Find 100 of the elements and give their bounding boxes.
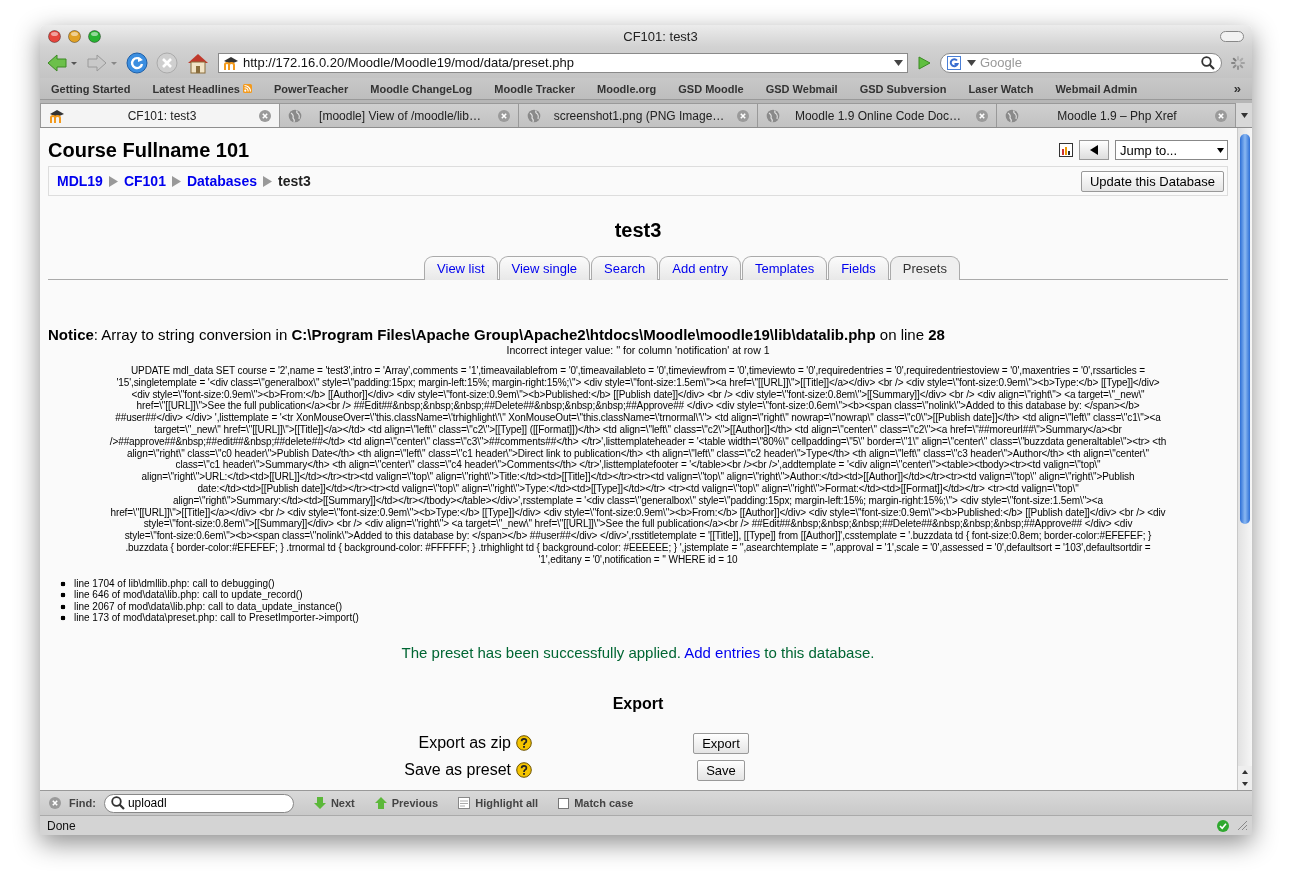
find-field[interactable]: uploadl (127, 796, 287, 810)
section-heading: Export (611, 694, 665, 713)
go-icon[interactable] (916, 54, 932, 71)
bookmark-link[interactable]: Moodle.org (597, 82, 657, 95)
help-icon[interactable] (516, 762, 532, 779)
spinner-icon (1230, 54, 1246, 71)
checkbox-label: Match case (574, 797, 634, 809)
module-tab[interactable]: Add entry (659, 256, 741, 280)
globe-icon (527, 108, 541, 123)
page-title: test3 (613, 219, 663, 242)
search-field[interactable]: Google (980, 55, 1197, 70)
search-icon[interactable] (1201, 55, 1215, 70)
find-box[interactable]: uploadl (103, 793, 294, 813)
left-arrow-icon (1090, 145, 1098, 155)
course-title: Course Fullname 101 (48, 138, 250, 162)
globe-icon (288, 108, 302, 123)
close-icon[interactable] (737, 109, 749, 122)
reload-icon[interactable] (126, 51, 148, 74)
form-button[interactable]: Save (697, 759, 745, 781)
update-database-button[interactable]: Update this Database (1080, 170, 1224, 192)
more-bookmarks-button[interactable]: » (1233, 81, 1241, 96)
bookmark-link[interactable]: Moodle ChangeLog (370, 82, 473, 95)
breadcrumb-current: test3 (278, 173, 311, 189)
address-bar[interactable]: http://172.16.0.20/Moodle/Moodle19/mod/data/preset.php (218, 52, 908, 73)
bookmark-link[interactable]: Moodle Tracker (494, 82, 575, 95)
stop-icon[interactable] (156, 51, 178, 74)
bookmark-link[interactable]: GSD Webmail (765, 82, 838, 95)
scroll-down-icon[interactable] (1238, 778, 1252, 790)
module-tab[interactable]: View list (424, 256, 498, 280)
breadcrumb-link[interactable]: CF101 (123, 173, 166, 189)
error-detail: Incorrect integer value: '' for column 'notification' at row 1 (505, 344, 771, 356)
previous-button[interactable] (1079, 140, 1109, 160)
search-icon (110, 796, 125, 810)
window-title: CF101: test3 (622, 28, 699, 44)
down-arrow-icon (313, 797, 326, 809)
window-control-icon[interactable] (88, 29, 101, 43)
report-icon[interactable] (1059, 143, 1073, 157)
address-field[interactable]: http://172.16.0.20/Moodle/Moodle19/mod/data/preset.php (243, 55, 890, 70)
scrollbar-thumb[interactable] (1240, 134, 1250, 524)
bookmark-link[interactable]: PowerTeacher (273, 82, 349, 95)
module-tab[interactable]: Fields (828, 256, 889, 280)
search-box[interactable]: Google (940, 52, 1222, 73)
highlight-icon (458, 797, 471, 809)
next-button[interactable]: Next (313, 797, 355, 809)
toolbar-toggle-icon[interactable] (1220, 30, 1244, 42)
bookmark-link[interactable]: Webmail Admin (1055, 82, 1138, 95)
highlight-all-button[interactable]: Highlight all (458, 797, 539, 809)
close-icon[interactable] (498, 109, 510, 122)
bookmark-link[interactable]: GSD Subversion (859, 82, 947, 95)
search-engine-icon[interactable] (947, 55, 963, 70)
success-message: The preset has been successfully applied. Add entries to this database. (400, 643, 876, 661)
form-button[interactable]: Export (693, 732, 749, 754)
status-text: Done (47, 818, 77, 833)
browser-tab[interactable]: [moodle] View of /moodle/lib… (279, 103, 519, 127)
close-icon[interactable] (976, 109, 988, 122)
feed-icon (242, 84, 252, 93)
browser-tab[interactable]: screenshot1.png (PNG Image… (518, 103, 758, 127)
globe-icon (1005, 108, 1019, 123)
sql-query: UPDATE mdl_data SET course = '2',name = 'test3',intro = 'Array',comments = '1',timeavailablefrom = '0',timeavailableto = '0',timeviewfrom = '0',timeviewto = '0',requiredentries = '0',requiredentriestoview = '0',maxentries = '0',rssarticles = '15',singletemplate = '<div class=\"generalbox\" style=\"padding:15px; margin-left:15%; margin-right:15%;\"> <div style=\"font-size:1.5em\"><a href=\"[[URL]]\">[[Title]]</a></div> <br /> <div style=\"font-size:0.9em\"><b>Type:</b> [[Type]]</div> <div style=\"font-size:0.9em\"><b>From:</b> [[Author]]</div> <div style=\"font-size:0.9em\"><b>Published:</b> [[Publish date]]</div> <br /> <div style=\"font-size:0.8em\">[[Summary]]</div> <br /> <div align=\"right\"> <a target=\"_new\" href=\"[[URL]]\">See the full publication</a><br /> ##Edit##&nbsp;&nbsp;&nbsp;##Delete##&nbsp;&nbsp;&nbsp;##Approve## </div> <div style=\"font-size:0.6em\"><b><span class=\"nolink\">Added to this database by: </span></b> ##user##</div> </div> ',listtemplate = '<tr XonMouseOver=\"this.className=\'trhighlight\'\" XonMouseOut=\"this.className=\'trnormal\'\"> <td align=\"right\" nowrap=\"nowrap\" class=\"c0\">[[Publish date]]</th> <td align=\"left\" class=\"c1\"><a target=\"_new\" href=\"[[URL]]\">[[Title]]</a></td> <td align=\"left\" class=\"c2\">[[Type]] ([[Format]])</th> <td align=\"left\" class=\"c2\">[[Author]]</th> <td align=\"center\" class=\"c2\"><a href=\"##moreurl##\">Summary</a><br />##approve##&nbsp;##edit##&nbsp;##delete##</td> <td align=\"center\" class=\"c3\">##comments##</th> </tr>',listtemplateheader = '<table width=\"80%\" cellpadding=\"5\" border=\"1\" align=\"center\" class=\"buzzdata generaltable\"><tr> <th align=\"right\" class=\"c0 header\">Publish Date</th> <th align=\"left\" class=\"c1 header\">Direct link to publication</th> <th align=\"left\" class=\"c2 header\">Type</th> <th align=\"left\" class=\"c3 header\">Author</th> <th align=\"center\" class=\"c1 header\">Summary</th> <th align=\"center\" class=\"c4 header\">Comments</th> </tr>',listtemplatefooter = '</table><br /><br />',addtemplate = '<div align=\"center\"><table><tbody><tr><td valign=\"top\" align=\"right\">URL:</td><td>[[URL]]</td></tr><tr><td valign=\"top\" align=\"right\">Title:</td><td>[[Title]]</td></tr><tr><td valign=\"top\" align=\"right\">Author:</td><td>[[Author]]</td></tr><tr><td valign=\"top\" align=\"right\">Publish date:</td><td>[[Publish date]]</td></tr><tr><td valign=\"top\" align=\"right\">Type:</td><td>[[Type]]</td></tr> <tr><td valign=\"top\" align=\"right\">Format:</td><td>[[Format]]</td></tr> <tr><td valign=\"top\" align=\"right\">Summary:</td><td>[[Summary]]</td></tr></tbody></table></div>',rsstemplate = '<div class=\"generalbox\" style=\"padding:15px; margin-left:15%; margin-right:15%;\"> <div style=\"font-size:1.5em\"><a href=\"[[URL]]\">[[Title]]</a></div> <br /> <div style=\"font-size:0.9em\"><b>Type:</b> [[Type]]</div> <div style=\"font-size:0.9em\"><b>From:</b> [[Author]]</div> <div style=\"font-size:0.9em\"><b>Published:</b> [[Publish date]]</div> <br /> <div style=\"font-size:0.8em\">[[Summary]]</div> <br /> <div align=\"right\"> <a target=\"_new\" href=\"[[URL]]\">See the full publication</a><br /> ##Edit##&nbsp;&nbsp;&nbsp;##Delete##&nbsp;&nbsp;&nbsp;##Approve## </div> <div style=\"font-size:0.6em\"><b><span class=\"nolink\">Added to this database by: </span></b> ##user##</div> </div>',rsstitletemplate = '[[Title]], [[Type]] from [[Author]]',csstemplate = '.buzzdata td { font-size:0.8em; border-color:#EFEFEF; } .buzzdata { border-color:#EFEFEF; } .trnormal td { background-color: #FFFFFF; } .trhighlight td { background-color: #EEEEEE; } ',jstemplate = '',asearchtemplate = '',approval = '1',scale = '0',assessed = '0',defaultsort = '103',defaultsortdir = '1',editany = '0',notification = '' WHERE id = 10 (108, 365, 1168, 566)
bookmark-link[interactable]: Laser Watch (968, 82, 1034, 95)
window-control-icon[interactable] (68, 29, 81, 43)
browser-tab[interactable]: Moodle 1.9 Online Code Doc… (757, 103, 997, 127)
browser-tab[interactable]: CF101: test3 (40, 103, 280, 127)
previous-button[interactable]: Previous (374, 797, 439, 809)
bookmark-link[interactable]: Getting Started (51, 82, 131, 95)
module-tab[interactable]: Templates (741, 256, 828, 280)
browser-tab[interactable]: Moodle 1.9 – Php Xref (996, 103, 1236, 127)
tab-list-icon[interactable] (1240, 112, 1248, 118)
globe-icon (766, 108, 780, 123)
secure-check-icon (1217, 819, 1229, 832)
back-icon[interactable] (46, 51, 78, 74)
jump-to-select[interactable]: Jump to... (1115, 140, 1228, 160)
bookmark-link[interactable]: Latest Headlines (152, 82, 252, 95)
close-icon[interactable] (1215, 109, 1227, 122)
module-tab[interactable]: Search (591, 256, 659, 280)
window-control-icon[interactable] (48, 29, 61, 43)
breadcrumb-link[interactable]: MDL19 (57, 173, 103, 189)
close-icon[interactable] (49, 797, 61, 809)
close-icon[interactable] (259, 109, 271, 122)
dropdown-icon[interactable] (967, 59, 976, 66)
home-icon[interactable] (186, 51, 210, 74)
find-label: Find: (69, 797, 96, 809)
breadcrumb-arrow-icon (263, 175, 272, 187)
up-arrow-icon (374, 797, 387, 809)
add-entries-link[interactable]: Add entries (684, 643, 761, 661)
field-label: Export as zip (418, 734, 511, 753)
module-tab[interactable]: View single (498, 256, 591, 280)
help-icon[interactable] (516, 735, 532, 752)
breadcrumb-link[interactable]: Databases (186, 173, 257, 189)
field-label: Save as preset (404, 761, 511, 780)
scroll-up-icon[interactable] (1238, 766, 1252, 778)
breadcrumb-arrow-icon (171, 175, 181, 187)
bookmark-link[interactable]: GSD Moodle (678, 82, 744, 95)
dropdown-icon[interactable] (894, 59, 903, 66)
match-case-checkbox[interactable] (558, 797, 570, 809)
breadcrumb-arrow-icon (108, 175, 118, 187)
site-icon (49, 108, 65, 123)
resize-grip-icon[interactable] (1237, 820, 1248, 831)
module-tab[interactable]: Presets (889, 256, 960, 280)
dropdown-icon (1217, 147, 1224, 153)
